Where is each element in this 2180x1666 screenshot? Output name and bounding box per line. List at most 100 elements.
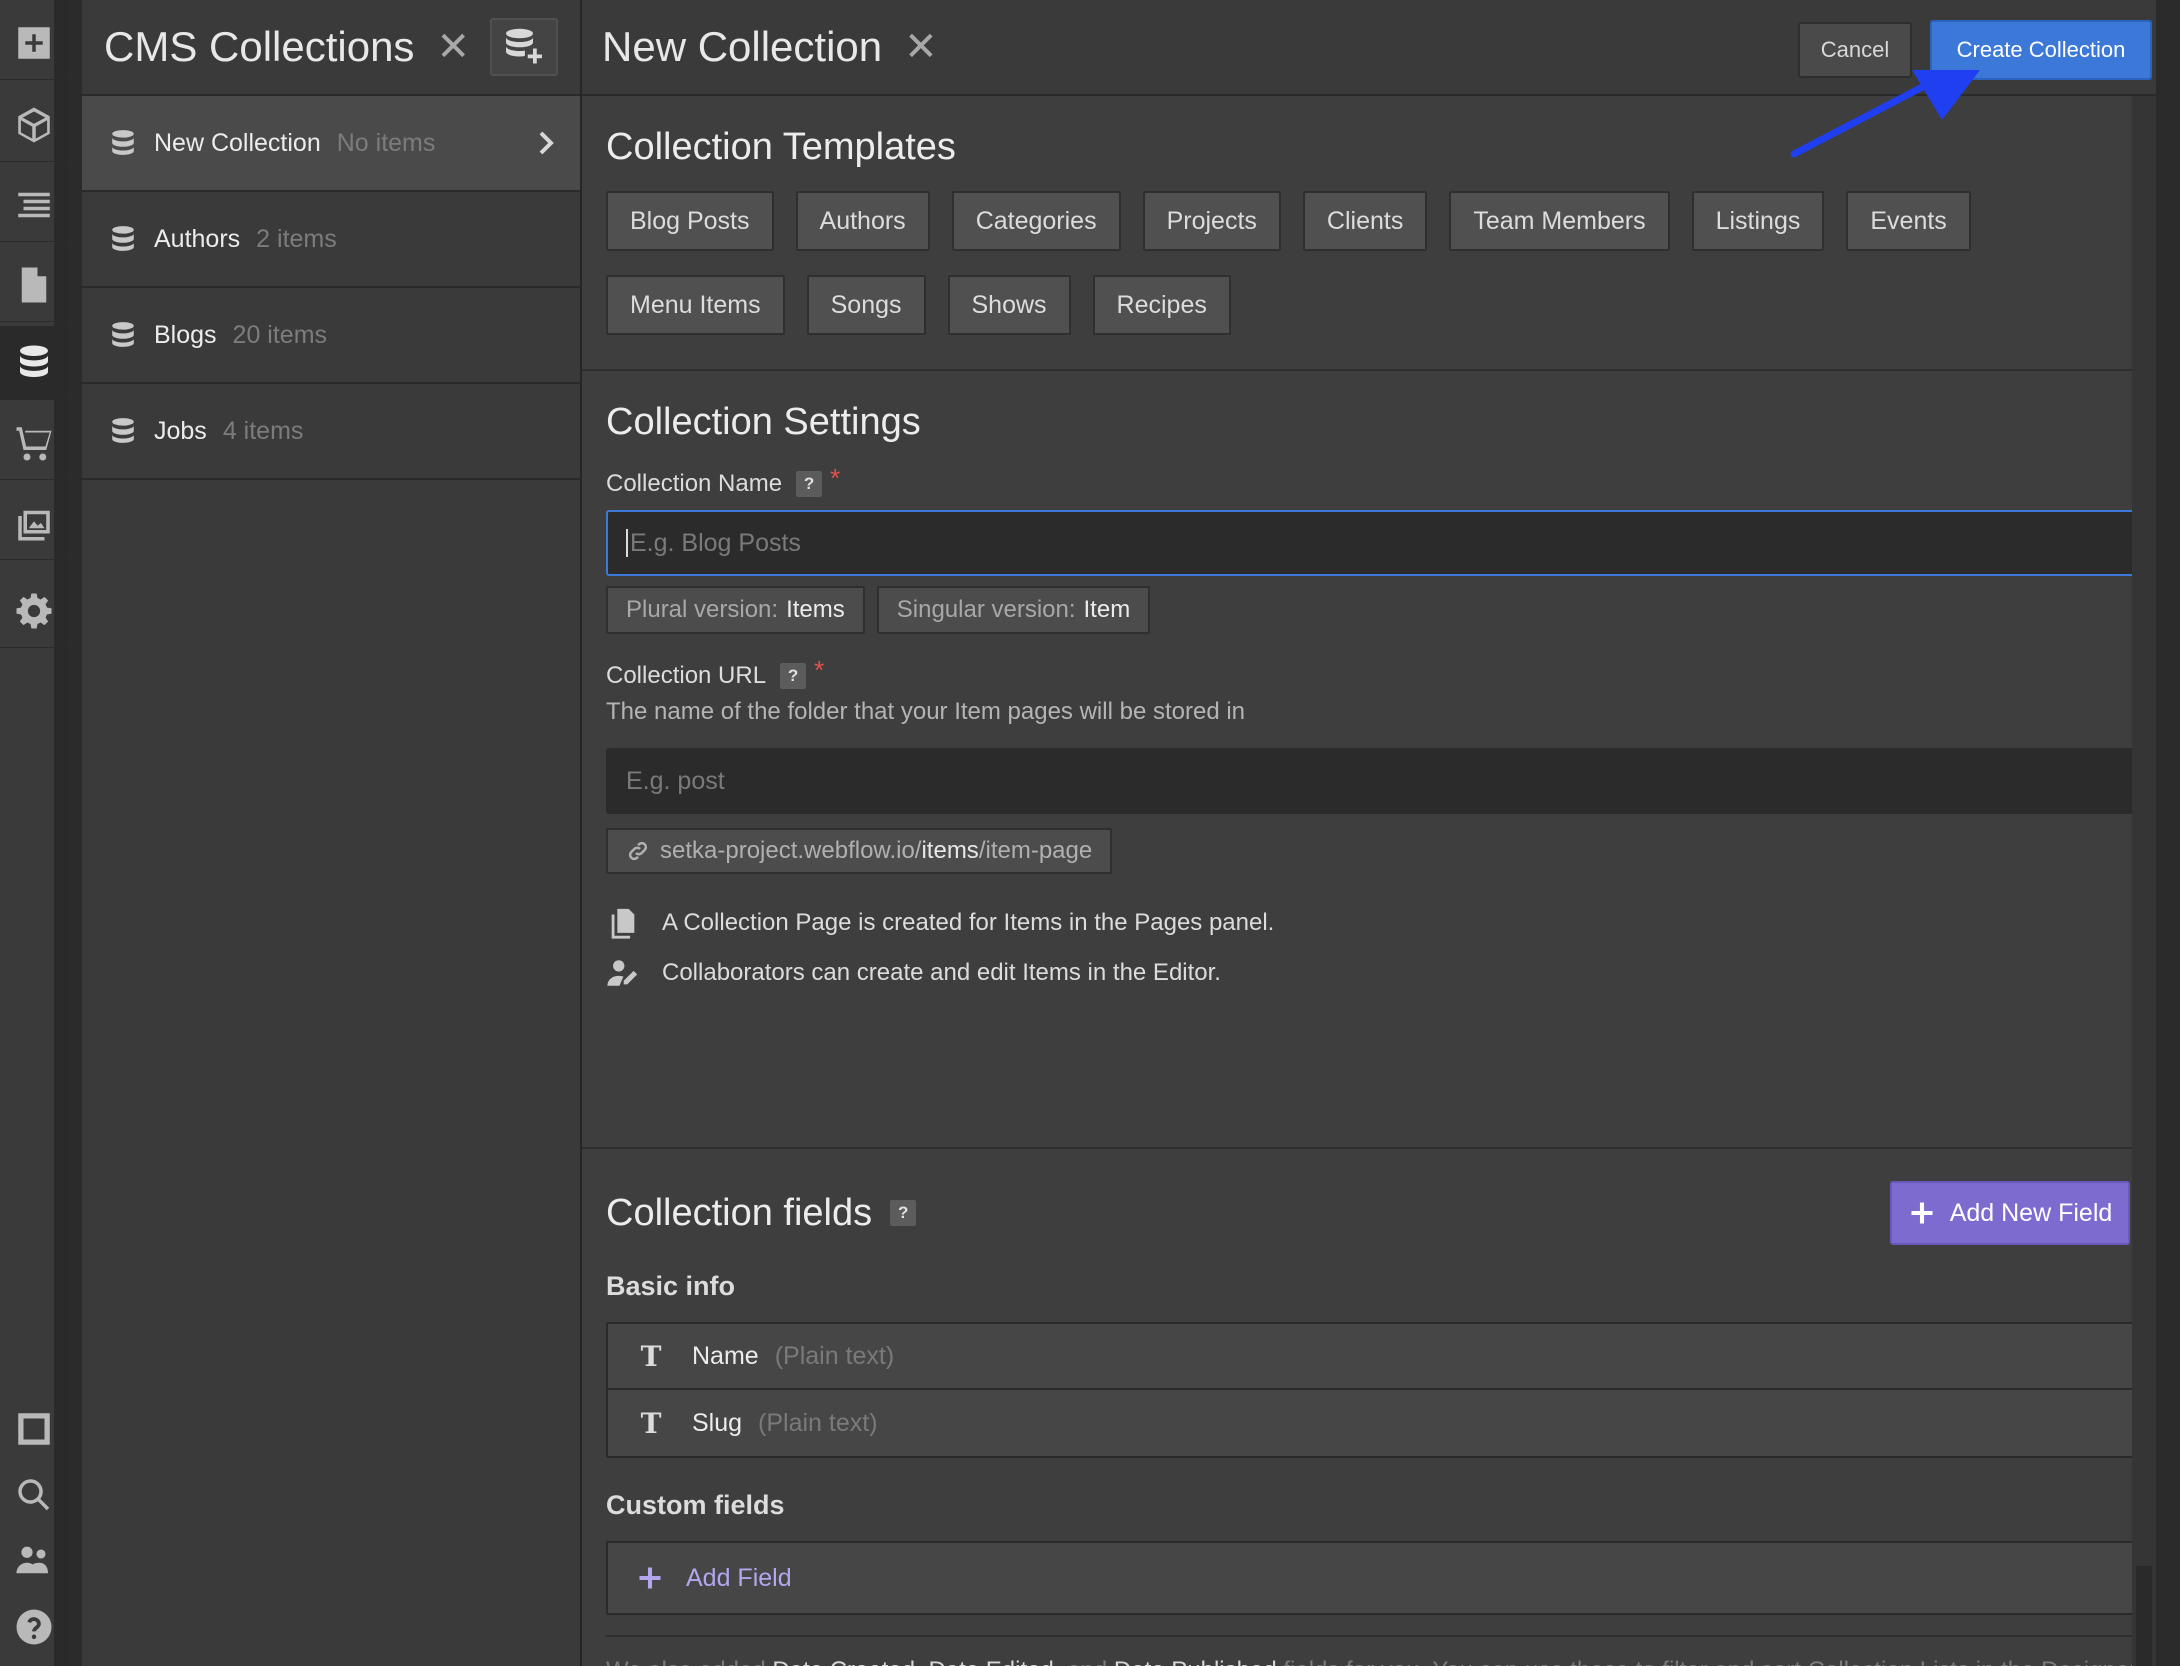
collection-name: Blogs	[154, 320, 217, 349]
collection-name-label-row: Collection Name ? *	[606, 463, 2132, 498]
name-versions: Plural version: Items Singular version: It…	[606, 586, 2132, 634]
custom-fields-list: Add Field	[606, 1541, 2152, 1615]
template-button[interactable]: Team Members	[1449, 191, 1670, 251]
collection-item-new[interactable]: New Collection No items	[82, 96, 580, 192]
collection-item-jobs[interactable]: Jobs 4 items	[82, 384, 580, 480]
template-button[interactable]: Listings	[1691, 191, 1825, 251]
template-button[interactable]: Clients	[1302, 191, 1428, 251]
required-marker: *	[814, 654, 825, 685]
basic-fields-list: T Name (Plain text) T Slug (Plain text)	[606, 1322, 2152, 1458]
add-field-button[interactable]: Add Field	[608, 1543, 2150, 1613]
collection-url-label-row: Collection URL ? *	[606, 655, 2132, 690]
add-icon[interactable]	[0, 6, 68, 80]
square-icon[interactable]	[0, 1392, 68, 1466]
collection-count: No items	[336, 128, 436, 157]
cube-icon[interactable]	[0, 88, 68, 162]
template-button[interactable]: Shows	[947, 275, 1071, 335]
add-field-label: Add Field	[686, 1563, 792, 1592]
field-row[interactable]: T Slug (Plain text)	[608, 1390, 2150, 1456]
template-button[interactable]: Authors	[795, 191, 930, 251]
info-pages-row: A Collection Page is created for Items i…	[606, 906, 2132, 940]
collection-item-authors[interactable]: Authors 2 items	[82, 192, 580, 288]
chevron-right-icon	[536, 129, 556, 157]
settings-icon[interactable]	[0, 574, 68, 648]
new-collection-panel: New Collection ✕ Cancel Create Collectio…	[582, 0, 2156, 1666]
collection-count: 2 items	[256, 224, 337, 253]
cms-panel-header: CMS Collections ✕	[82, 0, 580, 96]
field-name: Slug	[692, 1408, 743, 1437]
search-icon[interactable]	[0, 1458, 68, 1532]
database-icon	[112, 226, 134, 251]
plural-version-label: Plural version:	[626, 596, 779, 623]
collection-name: Authors	[154, 224, 241, 253]
cms-collections-panel: CMS Collections ✕ New Collection No item…	[82, 0, 582, 1666]
assets-icon[interactable]	[0, 486, 68, 560]
navigator-icon[interactable]	[0, 168, 68, 242]
plural-version-pill[interactable]: Plural version: Items	[606, 586, 865, 634]
note-date-published: Date Published	[1114, 1657, 1277, 1666]
collection-name: Jobs	[154, 416, 207, 445]
collection-url-input[interactable]: E.g. post	[606, 748, 2152, 814]
template-button[interactable]: Categories	[951, 191, 1121, 251]
collection-fields-header: Collection fields ? Add New Field	[606, 1181, 2132, 1245]
database-icon	[112, 130, 134, 155]
note-text: ,	[915, 1657, 928, 1666]
note-date-edited: Date Edited	[928, 1657, 1053, 1666]
close-icon[interactable]: ✕	[436, 27, 470, 67]
cms-panel-title: CMS Collections	[104, 23, 415, 70]
pages-icon	[611, 908, 635, 939]
collection-count: 4 items	[222, 416, 304, 445]
singular-version-pill[interactable]: Singular version: Item	[876, 586, 1151, 634]
url-highlight: items	[921, 837, 979, 864]
template-button[interactable]: Events	[1846, 191, 1971, 251]
collection-url-placeholder: E.g. post	[626, 766, 725, 795]
plus-icon	[639, 1567, 661, 1589]
text-type-icon: T	[640, 1406, 662, 1440]
field-row[interactable]: T Name (Plain text)	[608, 1324, 2150, 1390]
help-icon[interactable]: ?	[780, 663, 807, 689]
fields-title: Collection fields	[606, 1191, 873, 1234]
field-type: (Plain text)	[774, 1341, 895, 1370]
field-type: (Plain text)	[758, 1408, 878, 1437]
ecommerce-icon[interactable]	[0, 406, 68, 480]
url-prefix: setka-project.webflow.io/	[660, 837, 922, 864]
note-text: We also added	[606, 1657, 772, 1666]
collection-settings-section: Collection Settings Collection Name ? * …	[582, 371, 2156, 1149]
close-icon[interactable]: ✕	[904, 27, 938, 67]
add-new-field-button[interactable]: Add New Field	[1890, 1181, 2130, 1245]
panel-title: New Collection	[602, 23, 883, 70]
annotation-arrow-icon	[1790, 70, 1980, 158]
singular-version-label: Singular version:	[896, 596, 1076, 623]
left-toolbar	[0, 0, 68, 1666]
note-date-created: Date Created	[772, 1657, 915, 1666]
users-icon[interactable]	[0, 1524, 68, 1598]
template-button[interactable]: Songs	[806, 275, 926, 335]
url-preview: setka-project.webflow.io/items/item-page	[606, 828, 1113, 874]
template-list: Blog Posts Authors Categories Projects C…	[606, 191, 2106, 359]
collection-count: 20 items	[232, 320, 328, 349]
template-button[interactable]: Projects	[1142, 191, 1281, 251]
database-icon	[112, 418, 134, 443]
scrollbar-thumb[interactable]	[2136, 1566, 2152, 1666]
scrollbar[interactable]	[2132, 96, 2156, 1666]
link-icon	[628, 841, 648, 861]
note-text: , and	[1054, 1657, 1114, 1666]
date-fields-note: We also added Date Created, Date Edited,…	[606, 1635, 2152, 1666]
template-button[interactable]: Recipes	[1092, 275, 1231, 335]
help-icon[interactable]: ?	[796, 471, 823, 497]
collection-url-label: Collection URL	[606, 662, 767, 689]
collection-name-input[interactable]: E.g. Blog Posts	[606, 510, 2152, 576]
help-icon[interactable]	[0, 1590, 68, 1664]
pages-icon[interactable]	[0, 248, 68, 322]
info-editor-row: Collaborators can create and edit Items …	[606, 956, 2132, 990]
collection-name: New Collection	[154, 128, 321, 157]
add-collection-button[interactable]	[490, 18, 558, 76]
template-button[interactable]: Blog Posts	[606, 191, 774, 251]
collection-item-blogs[interactable]: Blogs 20 items	[82, 288, 580, 384]
cms-icon[interactable]	[0, 326, 68, 400]
template-button[interactable]: Menu Items	[606, 275, 785, 335]
text-type-icon: T	[640, 1339, 662, 1373]
custom-fields-title: Custom fields	[606, 1490, 785, 1520]
settings-title: Collection Settings	[606, 401, 921, 443]
help-icon[interactable]: ?	[890, 1200, 917, 1226]
